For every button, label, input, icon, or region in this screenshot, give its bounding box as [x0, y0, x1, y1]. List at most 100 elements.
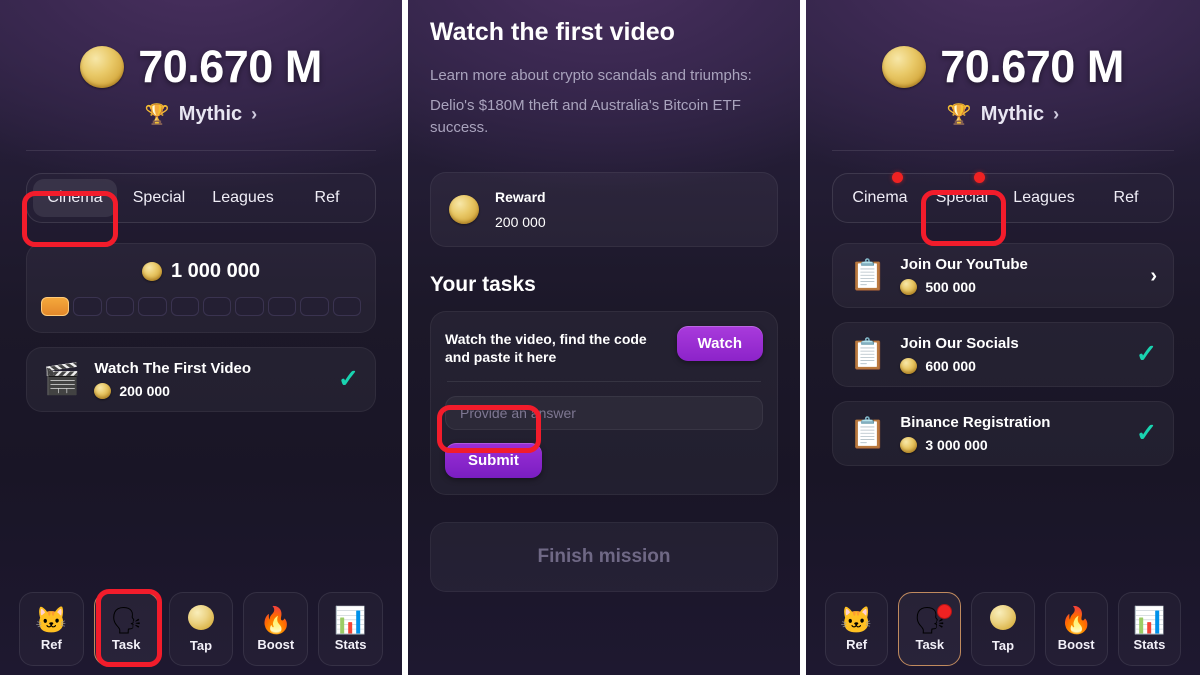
trophy-icon: 🏆 — [946, 103, 972, 126]
task-reward-amount: 3 000 000 — [925, 437, 988, 453]
answer-input[interactable] — [445, 396, 763, 431]
finish-mission-button[interactable]: Finish mission — [430, 522, 778, 593]
tab-label: Cinema — [852, 189, 908, 206]
three-panel-screenshot: 70.670 M 🏆 Mythic › Cinema Special Leagu… — [0, 0, 1200, 675]
task-title: Binance Registration — [900, 414, 1051, 431]
tab-label: Ref — [1113, 189, 1139, 206]
nav-label: Boost — [257, 636, 295, 652]
gold-coin-icon — [80, 45, 125, 88]
tab-label: Cinema — [47, 189, 103, 206]
task-title: Join Our YouTube — [900, 256, 1028, 273]
gold-coin-icon — [94, 383, 112, 399]
check-icon: ✓ — [338, 365, 359, 393]
gold-coin-icon — [900, 437, 918, 453]
nav-label: Task — [111, 636, 141, 652]
tab-special[interactable]: Special — [117, 179, 201, 217]
bottom-nav-right: 🐱 Ref 🗣 Task Tap 🔥 Boost 📊 Stats — [806, 583, 1200, 675]
clipboard-icon: 📋 — [849, 337, 887, 371]
mission-description-line-2: Delio's $180M theft and Australia's Bitc… — [430, 97, 741, 137]
nav-label: Ref — [846, 636, 868, 652]
task-row[interactable]: 🎬 Watch The First Video 200 000 ✓ — [26, 347, 376, 412]
mission-title: Watch the first video — [430, 18, 675, 46]
watch-button[interactable]: Watch — [676, 325, 763, 361]
reward-info: Reward 200 000 — [495, 189, 546, 230]
reward-value: 200 000 — [495, 213, 546, 230]
balance-amount: 70.670 M — [940, 41, 1124, 92]
clapperboard-icon: 🎬 — [43, 362, 81, 396]
nav-button-tap[interactable]: Tap — [168, 592, 234, 666]
balance-header-left: 70.670 M — [0, 0, 402, 89]
task-row[interactable]: 📋 Binance Registration 3 000 000 ✓ — [832, 401, 1174, 466]
nav-button-stats[interactable]: 📊 Stats — [1117, 592, 1182, 666]
tab-label: Leagues — [212, 189, 274, 206]
nav-button-ref[interactable]: 🐱 Ref — [19, 592, 84, 666]
progress-segment — [138, 297, 167, 316]
bar-chart-icon: 📊 — [334, 604, 367, 635]
tab-label: Special — [935, 189, 989, 206]
progress-segment — [41, 297, 70, 316]
task-reward-amount: 600 000 — [925, 358, 976, 374]
nav-button-boost[interactable]: 🔥 Boost — [1044, 592, 1108, 666]
nav-label: Stats — [1133, 636, 1166, 652]
coin-icon — [990, 605, 1016, 634]
task-row[interactable]: 📋 Join Our Socials 600 000 ✓ — [832, 322, 1174, 387]
check-icon: ✓ — [1136, 340, 1157, 368]
panel-divider — [800, 0, 806, 675]
tabs-container-left: Cinema Special Leagues Ref — [26, 173, 376, 223]
task-row[interactable]: 📋 Join Our YouTube 500 000 › — [832, 243, 1174, 308]
check-icon: ✓ — [1136, 419, 1157, 447]
nav-button-task[interactable]: 🗣 Task — [93, 592, 159, 666]
league-link-right[interactable]: 🏆 Mythic › — [806, 103, 1200, 126]
nav-label: Task — [915, 636, 945, 652]
tab-leagues[interactable]: Leagues — [1003, 179, 1085, 217]
notification-badge-icon — [937, 603, 953, 619]
task-info: Binance Registration 3 000 000 — [900, 414, 1122, 453]
progress-segment — [300, 297, 329, 316]
tab-cinema[interactable]: Cinema — [839, 172, 921, 217]
balance-amount: 70.670 M — [138, 41, 322, 92]
panel-divider — [402, 0, 408, 675]
progress-amount-row: 1 000 000 — [41, 260, 361, 283]
progress-segment — [105, 297, 135, 316]
progress-amount: 1 000 000 — [171, 260, 260, 282]
tab-leagues[interactable]: Leagues — [201, 179, 285, 217]
task-reward-amount: 200 000 — [119, 383, 170, 399]
tab-special[interactable]: Special — [921, 172, 1003, 217]
tab-ref[interactable]: Ref — [285, 179, 369, 217]
chevron-right-icon: › — [1150, 264, 1157, 287]
nav-button-tap[interactable]: Tap — [971, 592, 1035, 666]
progress-segment — [203, 297, 232, 316]
clipboard-icon: 📋 — [849, 416, 887, 450]
gold-coin-icon — [142, 262, 162, 281]
bar-chart-icon: 📊 — [1133, 604, 1166, 635]
bottom-nav-left: 🐱 Ref 🗣 Task Tap 🔥 Boost 📊 Stats — [0, 583, 402, 675]
question-card: Watch the video, find the code and paste… — [430, 310, 778, 496]
task-reward: 600 000 — [900, 358, 1122, 374]
panel-left: 70.670 M 🏆 Mythic › Cinema Special Leagu… — [0, 0, 402, 675]
check-globe-icon: 🗣 — [109, 604, 143, 635]
tab-cinema[interactable]: Cinema — [33, 179, 117, 217]
nav-button-stats[interactable]: 📊 Stats — [318, 592, 383, 666]
tabs-container-right: Cinema Special Leagues Ref — [832, 172, 1174, 223]
panel-middle: Watch the first video Learn more about c… — [408, 0, 800, 675]
gold-coin-icon — [449, 194, 479, 224]
notification-dot-icon — [974, 172, 985, 183]
question-text: Watch the video, find the code and paste… — [445, 330, 647, 366]
reward-card: Reward 200 000 — [430, 171, 778, 247]
trophy-icon: 🏆 — [144, 103, 170, 126]
league-link-left[interactable]: 🏆 Mythic › — [0, 103, 402, 126]
question-divider — [447, 381, 761, 383]
check-globe-icon: 🗣 — [913, 603, 953, 633]
nav-button-boost[interactable]: 🔥 Boost — [243, 592, 309, 666]
task-title: Join Our Socials — [900, 335, 1019, 352]
task-reward: 500 000 — [900, 279, 1136, 295]
nav-button-task[interactable]: 🗣 Task — [898, 592, 962, 666]
flame-icon: 🔥 — [259, 604, 292, 635]
tab-bar-right: Cinema Special Leagues Ref — [832, 172, 1174, 223]
chevron-right-icon: › — [1053, 104, 1060, 124]
nav-button-ref[interactable]: 🐱 Ref — [825, 592, 889, 666]
tab-ref[interactable]: Ref — [1085, 179, 1167, 217]
submit-button[interactable]: Submit — [445, 443, 542, 479]
progress-segment — [73, 297, 102, 316]
cat-icon: 🐱 — [35, 604, 68, 635]
